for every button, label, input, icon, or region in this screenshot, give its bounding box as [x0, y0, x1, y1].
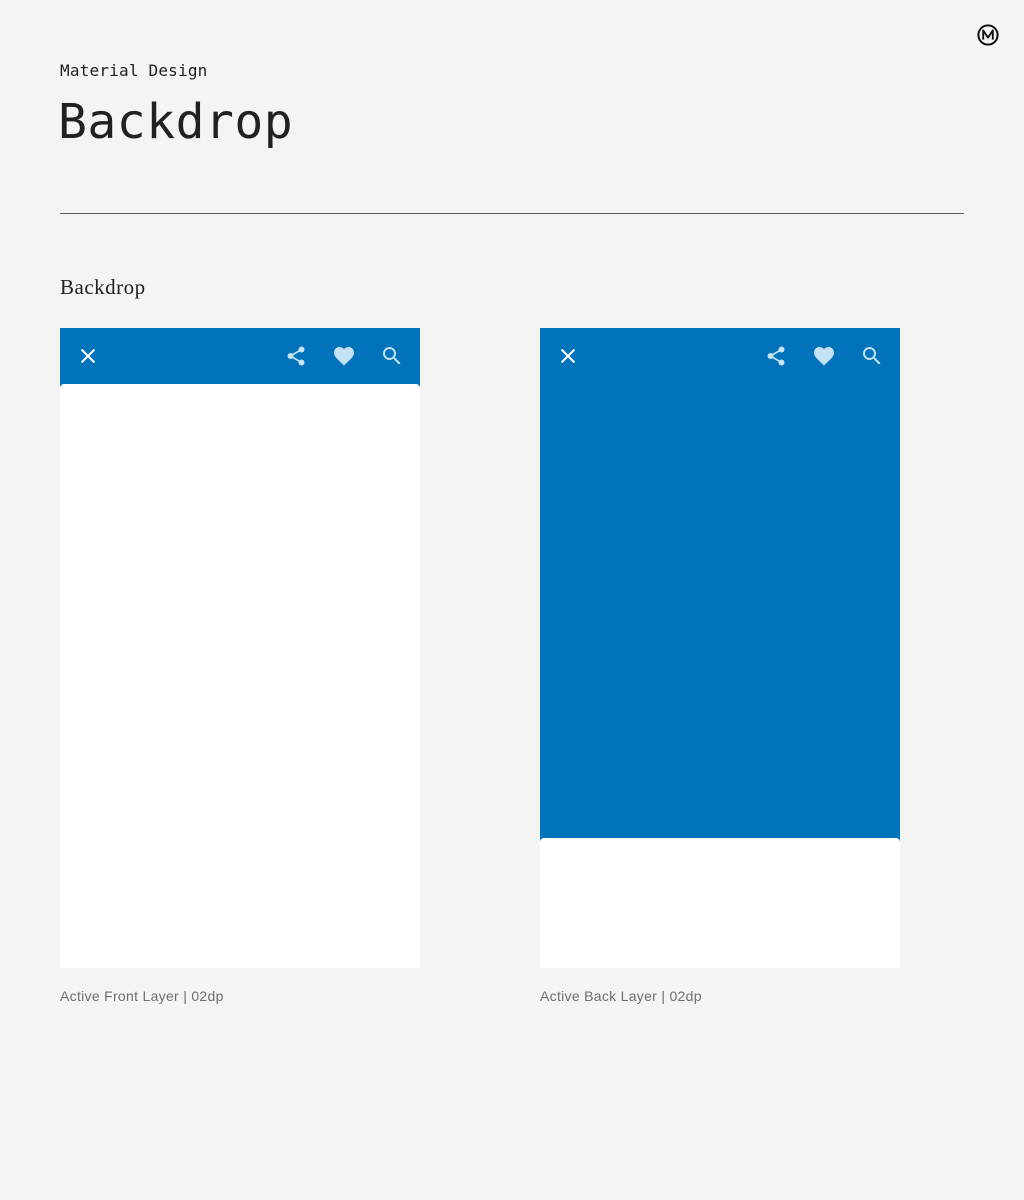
heart-icon[interactable] — [332, 344, 356, 368]
close-icon[interactable] — [556, 344, 580, 368]
search-icon[interactable] — [860, 344, 884, 368]
search-icon[interactable] — [380, 344, 404, 368]
heart-icon[interactable] — [812, 344, 836, 368]
demo-caption-back: Active Back Layer | 02dp — [540, 988, 702, 1004]
backdrop-demo-back-layer-active — [540, 328, 900, 968]
backdrop-app-bar — [60, 328, 420, 384]
front-layer-surface[interactable] — [540, 838, 900, 968]
header-divider — [60, 213, 964, 214]
share-icon[interactable] — [284, 344, 308, 368]
front-layer-surface[interactable] — [60, 384, 420, 968]
page-title: Backdrop — [58, 94, 294, 150]
eyebrow-label: Material Design — [60, 61, 208, 80]
backdrop-app-bar — [540, 328, 900, 384]
demo-caption-front: Active Front Layer | 02dp — [60, 988, 224, 1004]
material-m-logo-icon[interactable] — [977, 24, 999, 46]
section-title: Backdrop — [60, 275, 146, 299]
backdrop-demo-front-layer-active — [60, 328, 420, 968]
close-icon[interactable] — [76, 344, 100, 368]
share-icon[interactable] — [764, 344, 788, 368]
